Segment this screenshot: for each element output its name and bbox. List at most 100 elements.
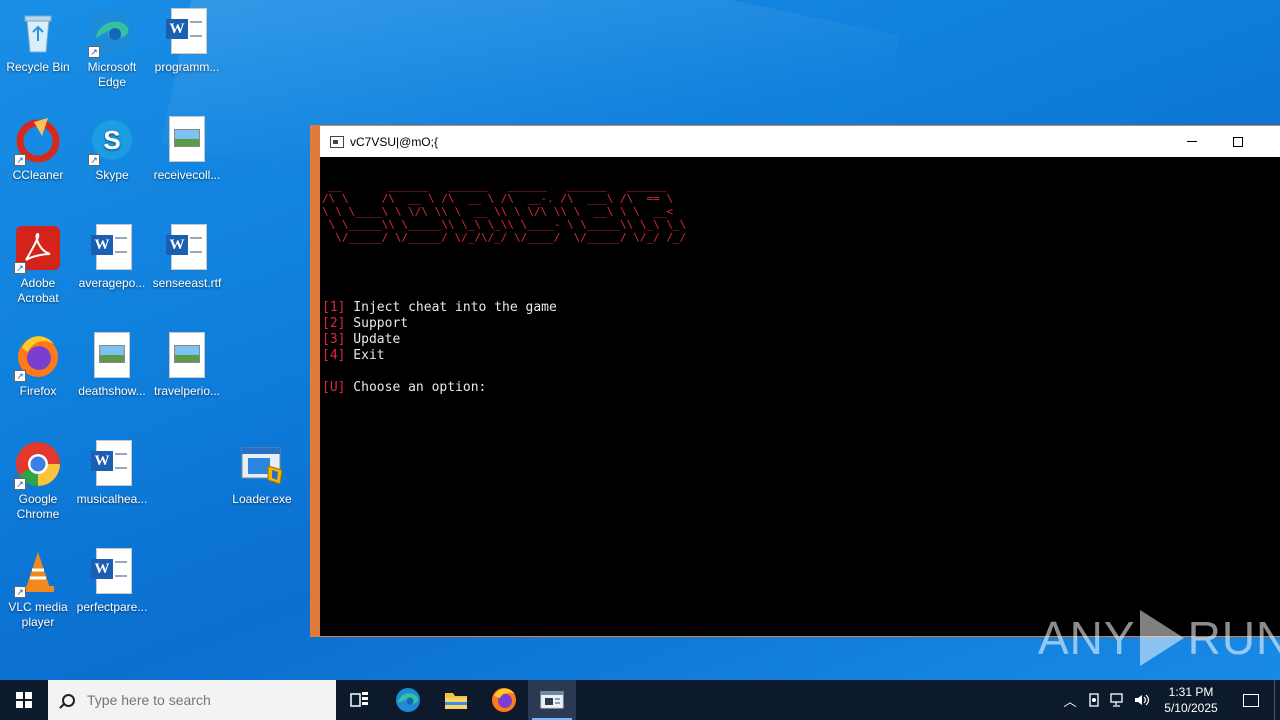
edge-icon: [396, 688, 420, 712]
network-button[interactable]: [1106, 680, 1130, 720]
desktop-icon-ccleaner[interactable]: ↗ CCleaner: [0, 116, 76, 183]
shortcut-arrow-icon: ↗: [14, 586, 26, 598]
desktop-icon-label: senseeast.rtf: [152, 276, 222, 290]
menu-option-text: Inject cheat into the game: [345, 300, 557, 315]
desktop-icon-deathshow[interactable]: deathshow...: [74, 332, 150, 399]
desktop-icon-programm[interactable]: W programm...: [149, 8, 225, 75]
desktop-icon-label: CCleaner: [12, 168, 64, 182]
desktop-icon-label: deathshow...: [78, 384, 146, 398]
image-file-icon: [88, 332, 136, 380]
desktop-icon-microsoft-edge[interactable]: ↗ Microsoft Edge: [74, 8, 150, 90]
desktop-icon-loader-exe[interactable]: Loader.exe: [224, 440, 300, 507]
device-icon: [1089, 693, 1099, 707]
desktop-icon-firefox[interactable]: ↗ Firefox: [0, 332, 76, 399]
volume-button[interactable]: [1130, 680, 1154, 720]
search-input[interactable]: [87, 692, 327, 708]
maximize-button[interactable]: [1215, 126, 1261, 157]
menu-option-text: Exit: [345, 348, 385, 363]
notification-icon: [1243, 693, 1259, 707]
desktop-icon-google-chrome[interactable]: ↗ Google Chrome: [0, 440, 76, 522]
prompt-key: [U]: [322, 380, 346, 395]
desktop-icon-label: Microsoft Edge: [87, 60, 137, 89]
taskbar: ︿ 1:31 PM 5/10/2025: [0, 680, 1280, 720]
shortcut-arrow-icon: ↗: [14, 370, 26, 382]
desktop-icon-vlc[interactable]: ↗ VLC media player: [0, 548, 76, 630]
network-icon: [1110, 693, 1123, 707]
edge-icon: ↗: [88, 8, 136, 58]
desktop-icon-label: Recycle Bin: [6, 60, 70, 74]
anyrun-watermark: ANY RUN: [1038, 610, 1280, 666]
svg-text:S: S: [103, 125, 120, 155]
speaker-icon: [1135, 694, 1150, 706]
minimize-button[interactable]: [1169, 126, 1215, 157]
search-icon: [62, 693, 75, 707]
folder-icon: [445, 693, 467, 709]
console-window[interactable]: vC7VSU|@mO;{ ✕ __ ______ ______ ______ _…: [310, 125, 1280, 637]
application-installer-icon: [238, 440, 286, 488]
word-document-icon: W: [163, 224, 211, 272]
menu-option-key: [2]: [322, 316, 346, 331]
chevron-up-icon: ︿: [1063, 693, 1077, 709]
banner-line: \ \_____\\ \_____\\ \_\ \_\\ \____- \ \_…: [322, 218, 687, 231]
google-chrome-icon: ↗: [14, 440, 62, 490]
desktop-icon-label: Adobe Acrobat: [17, 276, 59, 305]
desktop-icon-label: programm...: [154, 60, 220, 74]
banner-line: __ ______ ______ ______ ______ ______: [322, 179, 667, 192]
desktop-icon-travelperio[interactable]: travelperio...: [149, 332, 225, 399]
desktop-icon-recycle-bin[interactable]: Recycle Bin: [0, 8, 76, 75]
minimize-icon: [1187, 141, 1197, 142]
action-center-button[interactable]: [1228, 680, 1274, 720]
console-window-icon: [540, 691, 564, 709]
menu-option-update: [3] Update: [322, 332, 1280, 348]
system-tray: ︿ 1:31 PM 5/10/2025: [1058, 680, 1280, 720]
menu-option-text: Update: [345, 332, 401, 347]
desktop-icon-averagepo[interactable]: W averagepo...: [74, 224, 150, 291]
menu-option-support: [2] Support: [322, 316, 1280, 332]
task-view-button[interactable]: [336, 680, 384, 720]
banner-line: \ \ \____\ \ \/\ \\ \ __ \\ \ \/\ \\ \ _…: [322, 205, 673, 218]
close-button[interactable]: ✕: [1261, 126, 1280, 157]
ascii-art-banner: __ ______ ______ ______ ______ ______/\ …: [322, 179, 1280, 244]
desktop-icon-senseeast[interactable]: W senseeast.rtf: [149, 224, 225, 291]
console-app-icon: [330, 135, 344, 148]
desktop-icon-adobe-acrobat[interactable]: ↗ Adobe Acrobat: [0, 224, 76, 306]
shortcut-arrow-icon: ↗: [88, 154, 100, 166]
firefox-icon: ↗: [14, 332, 62, 382]
desktop-icon-label: averagepo...: [78, 276, 146, 290]
console-output[interactable]: __ ______ ______ ______ ______ ______/\ …: [320, 157, 1280, 636]
taskbar-firefox-button[interactable]: [480, 680, 528, 720]
menu-option-key: [3]: [322, 332, 346, 347]
desktop-icon-label: VLC media player: [8, 600, 68, 629]
tray-device-button[interactable]: [1082, 680, 1106, 720]
desktop-icon-label: perfectpare...: [76, 600, 148, 614]
start-button[interactable]: [0, 680, 48, 720]
menu-option-inject: [1] Inject cheat into the game: [322, 300, 1280, 316]
desktop-icon-label: Skype: [95, 168, 129, 182]
show-desktop-button[interactable]: [1274, 680, 1280, 720]
watermark-text-right: RUN: [1187, 612, 1280, 664]
firefox-icon: [492, 688, 516, 712]
clock-time: 1:31 PM: [1168, 685, 1214, 699]
desktop-icon-skype[interactable]: S ↗ Skype: [74, 116, 150, 183]
image-file-icon: [163, 332, 211, 380]
desktop-icon-label: receivecoll...: [153, 168, 221, 182]
adobe-acrobat-icon: ↗: [14, 224, 62, 274]
console-prompt[interactable]: [U] Choose an option:: [322, 380, 1280, 396]
taskbar-file-explorer-button[interactable]: [432, 680, 480, 720]
ccleaner-icon: ↗: [14, 116, 62, 166]
skype-icon: S ↗: [88, 116, 136, 166]
desktop-icon-label: Google Chrome: [16, 492, 60, 521]
menu-option-text: Support: [345, 316, 409, 331]
desktop-icon-musicalhea[interactable]: W musicalhea...: [74, 440, 150, 507]
windows-logo-icon: [16, 692, 32, 708]
taskbar-search-box[interactable]: [48, 680, 336, 720]
desktop-icon-perfectpare[interactable]: W perfectpare...: [74, 548, 150, 615]
desktop-icon-label: travelperio...: [153, 384, 221, 398]
taskbar-edge-button[interactable]: [384, 680, 432, 720]
taskbar-clock[interactable]: 1:31 PM 5/10/2025: [1154, 684, 1228, 716]
console-titlebar[interactable]: vC7VSU|@mO;{ ✕: [320, 126, 1280, 157]
show-hidden-icons-button[interactable]: ︿: [1058, 680, 1082, 720]
taskbar-console-button[interactable]: [528, 680, 576, 720]
desktop-icon-label: Loader.exe: [232, 492, 292, 506]
desktop-icon-receivecoll[interactable]: receivecoll...: [149, 116, 225, 183]
